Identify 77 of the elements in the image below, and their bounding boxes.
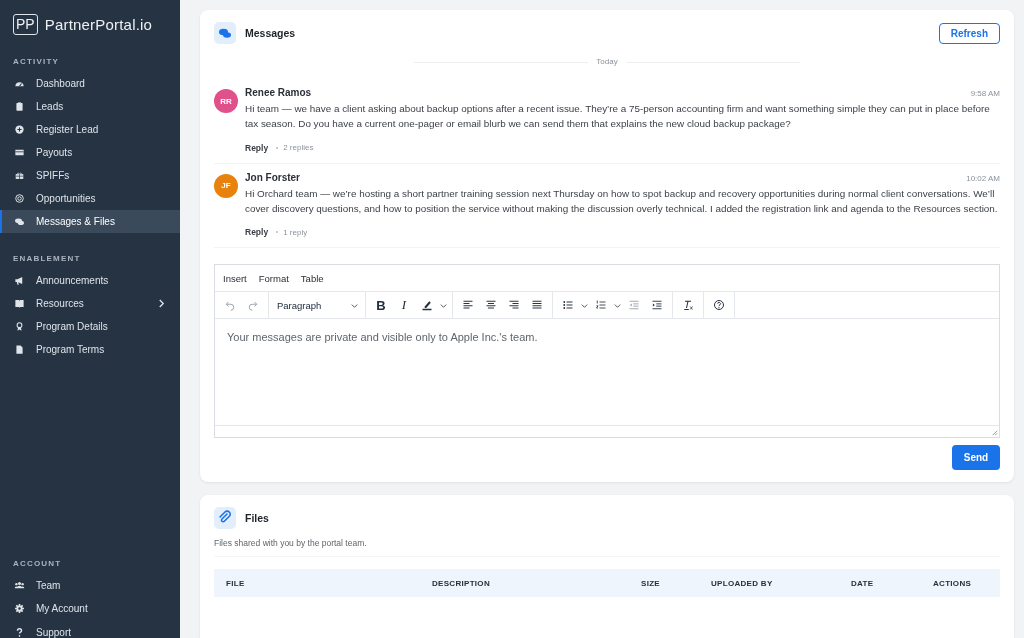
undo-icon xyxy=(224,299,236,312)
refresh-button[interactable]: Refresh xyxy=(938,22,1000,44)
column-header: ACTIONS xyxy=(933,578,972,588)
nav-item[interactable]: Register Lead xyxy=(0,118,180,141)
bold-button[interactable]: B xyxy=(370,294,392,317)
column-header: SIZE xyxy=(641,578,661,588)
justify-icon xyxy=(531,299,543,312)
align-center-icon xyxy=(485,299,497,312)
column-header: FILE xyxy=(226,578,246,588)
card-description: Files shared with you by the portal team. xyxy=(214,538,1000,558)
column-header: UPLOADED BY xyxy=(711,578,774,588)
section-heading: ENABLEMENT xyxy=(12,253,82,265)
author-name: Jon Forster xyxy=(245,171,300,183)
nav-item[interactable]: Team xyxy=(0,574,180,597)
card-icon xyxy=(14,147,25,158)
outdent-icon xyxy=(628,299,640,312)
menu-item[interactable]: Format xyxy=(254,272,293,284)
help-icon xyxy=(713,299,725,312)
settings-icon xyxy=(14,603,25,614)
author-name: Renee Ramos xyxy=(245,87,312,98)
nav-item[interactable]: Program Terms xyxy=(0,338,180,361)
section-heading: ACTIVITY xyxy=(12,56,61,68)
file-icon xyxy=(14,344,25,355)
nav-item[interactable]: Payouts xyxy=(0,141,180,164)
message-text: Hi team — we have a client asking about backup options after a recent issue. They’re a 75-person accounting firm and want something simple they can put in place before tax season. Do you have a current one-pager or email blurb we can send them that explains the new cloud backup package? xyxy=(245,102,991,132)
block-format-dropdown[interactable]: Paragraph xyxy=(273,294,361,317)
send-button[interactable]: Send xyxy=(952,445,1000,471)
redo-icon xyxy=(247,299,259,312)
target-icon xyxy=(14,193,25,204)
nav-item[interactable]: Program Details xyxy=(0,315,180,338)
italic-button[interactable]: I xyxy=(393,294,415,317)
nav-item[interactable]: Dashboard xyxy=(0,72,180,95)
card-title: Messages xyxy=(245,27,296,39)
plus-circle-icon xyxy=(14,124,25,135)
numbered-list-icon xyxy=(595,299,607,312)
chat-icon xyxy=(214,22,236,44)
users-icon xyxy=(14,580,25,591)
chat-icon xyxy=(14,216,25,227)
logo-mark: PP xyxy=(13,13,38,35)
clear-formatting-icon xyxy=(682,299,694,312)
menu-item[interactable]: Insert xyxy=(219,272,251,284)
bullet-list-icon xyxy=(562,299,574,312)
indent-icon xyxy=(651,299,663,312)
avatar: JF xyxy=(214,173,238,198)
nav-item[interactable]: SPIFFs xyxy=(0,164,180,187)
date-divider-label: Today xyxy=(588,56,626,68)
rich-text-editor[interactable]: Insert Format Table Paragraph B I Your messages are private and visible only to Apple Inc.'s team. xyxy=(214,264,1000,439)
reply-link[interactable]: Reply xyxy=(245,142,269,153)
align-right-icon xyxy=(508,299,520,312)
timestamp: 10:02 AM xyxy=(966,173,1000,183)
question-icon xyxy=(14,627,25,638)
book-icon xyxy=(14,298,25,309)
paperclip-icon xyxy=(214,507,236,530)
clipboard-icon xyxy=(14,101,25,112)
nav-item[interactable]: Resources xyxy=(0,292,180,315)
gift-icon xyxy=(14,170,25,181)
ribbon-icon xyxy=(14,321,25,332)
align-left-icon xyxy=(462,299,474,312)
card-title: Files xyxy=(245,512,269,525)
section-heading: ACCOUNT xyxy=(12,558,63,570)
menu-item[interactable]: Table xyxy=(296,272,328,284)
highlight-icon xyxy=(421,299,433,312)
message-text: Hi Orchard team — we’re hosting a short partner training session next Thursday on how to spot backup and recovery opportunities during normal client conversations. We’ll cover discovery questions, and how to position the service without making the discussion overly technical. I added the registration link and agenda to the Resources section. xyxy=(245,186,999,216)
nav-item[interactable]: My Account xyxy=(0,597,180,620)
nav-item[interactable]: Announcements xyxy=(0,269,180,292)
column-header: DESCRIPTION xyxy=(432,578,491,588)
avatar: RR xyxy=(214,89,238,113)
resize-handle-icon xyxy=(991,429,998,437)
nav-item[interactable]: Opportunities xyxy=(0,187,180,210)
nav-item[interactable]: Leads xyxy=(0,95,180,118)
reply-link[interactable]: Reply xyxy=(245,227,269,238)
brand-name: PartnerPortal.io xyxy=(44,15,153,33)
megaphone-icon xyxy=(14,275,25,286)
nav-item[interactable]: Messages & Files xyxy=(0,210,180,233)
timestamp: 9:58 AM xyxy=(970,89,1000,98)
column-header: DATE xyxy=(851,578,875,588)
nav-item[interactable]: Support xyxy=(0,620,180,638)
